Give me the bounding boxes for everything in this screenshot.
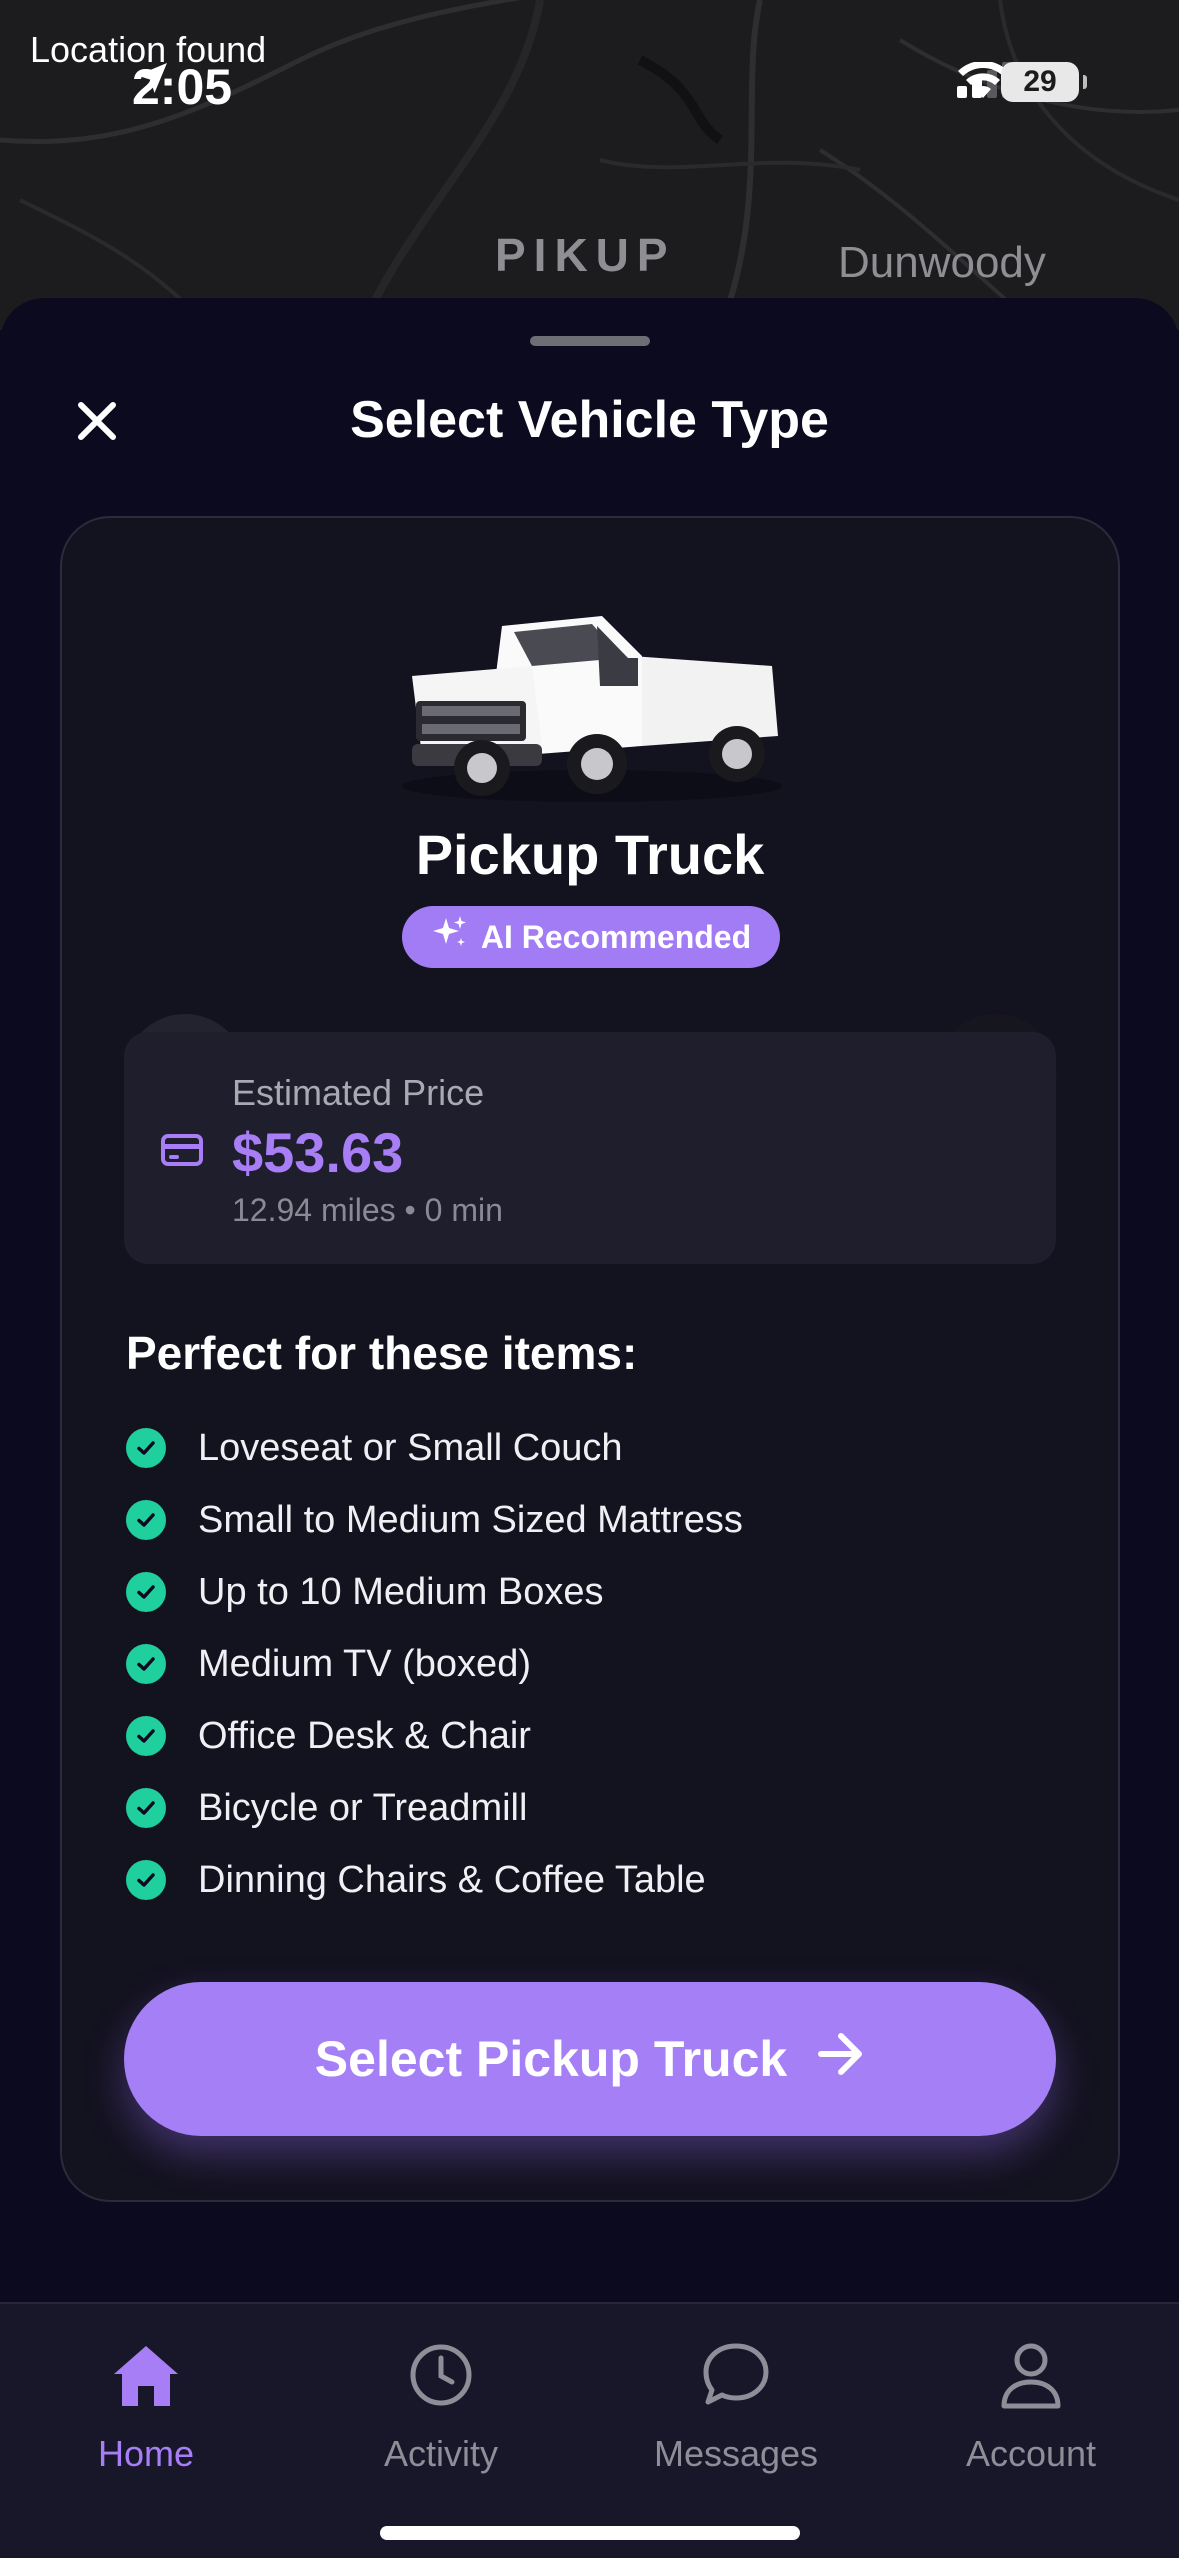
tab-label: Activity [383, 2433, 498, 2474]
list-item: Small to Medium Sized Mattress [126, 1484, 743, 1556]
tab-label: Home [97, 2433, 195, 2474]
vehicle-type-sheet: Select Vehicle Type Pickup Truck AI Reco… [0, 298, 1179, 2556]
check-circle-icon [126, 1572, 166, 1612]
pickup-truck-image [392, 586, 792, 816]
sheet-grabber[interactable] [530, 336, 650, 346]
status-bar-right: 29 [957, 62, 1087, 102]
sparkles-icon [431, 914, 469, 960]
list-item: Up to 10 Medium Boxes [126, 1556, 743, 1628]
check-circle-icon [126, 1788, 166, 1828]
bottom-tab-bar: Home Activity Messages Account [0, 2302, 1179, 2558]
clock-icon [406, 2340, 476, 2419]
tab-messages[interactable]: Messages [626, 2340, 846, 2475]
status-time-row: 2:05 [132, 58, 244, 116]
item-label: Dinning Chairs & Coffee Table [198, 1858, 706, 1901]
select-vehicle-button[interactable]: Select Pickup Truck [124, 1982, 1056, 2136]
item-label: Office Desk & Chair [198, 1714, 531, 1757]
price-label: Estimated Price [232, 1072, 485, 1113]
credit-card-icon [160, 1132, 204, 1173]
vehicle-name: Pickup Truck [415, 823, 765, 886]
item-label: Bicycle or Treadmill [198, 1786, 528, 1829]
map-background: Location found 2:05 29 PIKUP Dunwoody [0, 0, 1179, 330]
select-button-label: Select Pickup Truck [314, 2031, 788, 2087]
estimated-price-box: Estimated Price $53.63 12.94 miles • 0 m… [124, 1032, 1056, 1264]
map-city-label: Dunwoody [838, 238, 1046, 287]
check-circle-icon [126, 1428, 166, 1468]
items-section-title: Perfect for these items: [126, 1327, 638, 1379]
vehicle-card: Pickup Truck AI Recommended Estimated Pr… [60, 516, 1120, 2202]
list-item: Loveseat or Small Couch [126, 1412, 743, 1484]
list-item: Dinning Chairs & Coffee Table [126, 1844, 743, 1916]
sheet-title: Select Vehicle Type [350, 391, 829, 449]
map-brand-label: PIKUP [495, 229, 676, 281]
home-icon [108, 2340, 184, 2419]
ai-badge-label: AI Recommended [480, 918, 752, 955]
tab-home[interactable]: Home [36, 2340, 256, 2475]
arrow-right-icon [817, 2030, 865, 2088]
price-value: $53.63 [232, 1121, 404, 1184]
item-label: Small to Medium Sized Mattress [198, 1498, 743, 1541]
check-circle-icon [126, 1500, 166, 1540]
price-distance-time: 12.94 miles • 0 min [232, 1192, 503, 1228]
item-label: Medium TV (boxed) [198, 1642, 531, 1685]
ai-recommended-badge: AI Recommended [402, 906, 780, 968]
tab-account[interactable]: Account [921, 2340, 1141, 2475]
check-circle-icon [126, 1716, 166, 1756]
list-item: Bicycle or Treadmill [126, 1772, 743, 1844]
tab-activity[interactable]: Activity [331, 2340, 551, 2475]
tab-label: Account [965, 2433, 1097, 2474]
suitable-items-list: Loveseat or Small Couch Small to Medium … [126, 1412, 743, 1916]
list-item: Medium TV (boxed) [126, 1628, 743, 1700]
list-item: Office Desk & Chair [126, 1700, 743, 1772]
battery-indicator: 29 [1001, 62, 1087, 102]
home-indicator [380, 2526, 800, 2540]
check-circle-icon [126, 1644, 166, 1684]
tab-label: Messages [653, 2433, 819, 2474]
chat-bubble-icon [700, 2340, 772, 2419]
item-label: Up to 10 Medium Boxes [198, 1570, 604, 1613]
item-label: Loveseat or Small Couch [198, 1426, 623, 1469]
check-circle-icon [126, 1860, 166, 1900]
person-icon [996, 2340, 1066, 2419]
